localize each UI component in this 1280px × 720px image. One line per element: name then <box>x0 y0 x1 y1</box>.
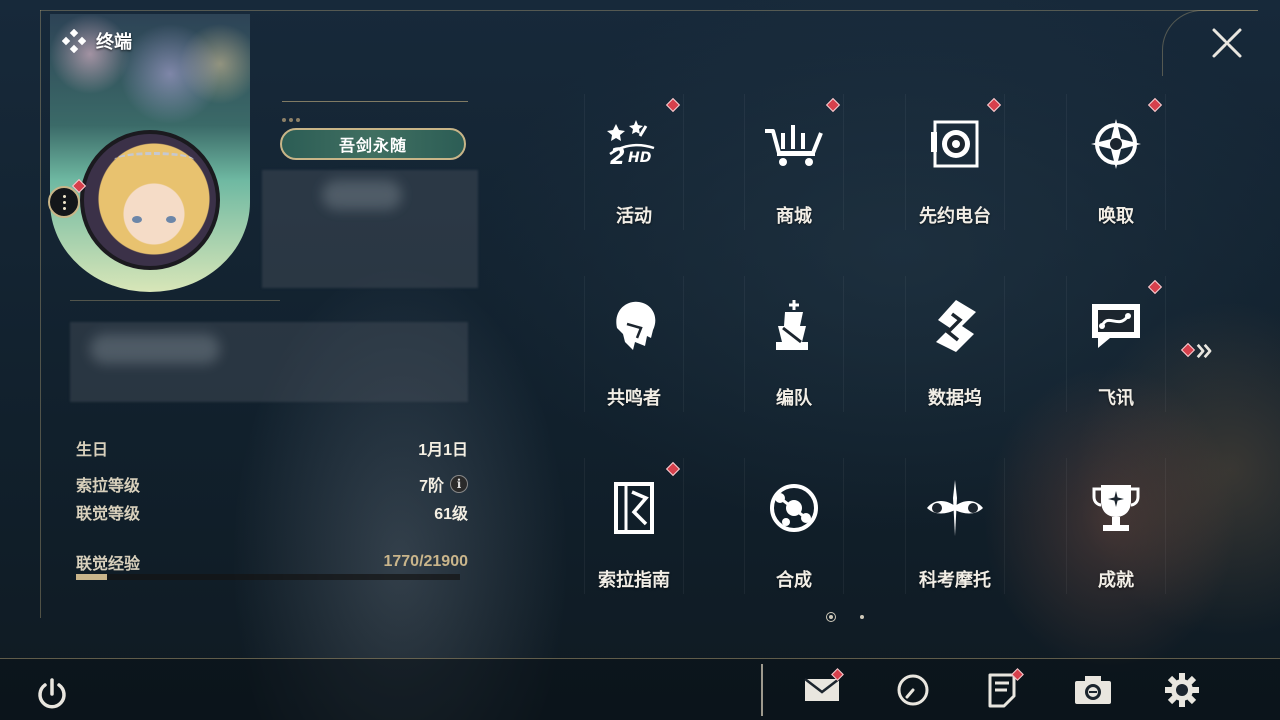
union-level-row: 联觉等级 61级 <box>76 500 468 524</box>
menu-item-4[interactable]: 共鸣者 <box>584 276 684 412</box>
sola-level-value-group: 7阶 i <box>419 472 468 496</box>
bottom-separator <box>761 664 763 716</box>
menu-cell-border <box>1066 94 1166 230</box>
page-indicator <box>826 612 864 622</box>
hidden-name-area <box>262 170 478 288</box>
info-icon[interactable]: i <box>450 475 468 493</box>
union-exp-label: 联觉经验 <box>76 556 141 573</box>
page-dot-current[interactable] <box>826 612 836 622</box>
sola-level-row: 索拉等级 7阶 i <box>76 472 468 496</box>
mail-button[interactable] <box>800 668 844 710</box>
menu-cell-border <box>744 94 844 230</box>
menu-item-3[interactable]: 唤取 <box>1066 94 1166 230</box>
terminal-title: 终端 <box>62 28 132 54</box>
terminal-title-text: 终端 <box>96 32 132 52</box>
gear-icon <box>1165 673 1199 707</box>
menu-item-5[interactable]: 编队 <box>744 276 844 412</box>
more-vertical-icon <box>62 193 66 211</box>
sola-level-value: 7阶 <box>419 478 444 495</box>
menu-item-7[interactable]: 飞讯 <box>1066 276 1166 412</box>
avatar-eye-left <box>132 216 142 223</box>
birthday-row: 生日 1月1日 <box>76 436 468 460</box>
clock-icon <box>897 674 929 706</box>
title-divider <box>282 101 468 102</box>
menu-item-8[interactable]: 索拉指南 <box>584 458 684 594</box>
diamond-cluster-icon <box>62 29 86 53</box>
menu-cell-border <box>584 458 684 594</box>
menu-cell-border <box>744 458 844 594</box>
camera-button[interactable] <box>1071 670 1115 710</box>
hidden-signature-area <box>70 322 468 402</box>
title-dots <box>282 118 300 122</box>
menu-item-9[interactable]: 合成 <box>744 458 844 594</box>
menu-item-1[interactable]: 商城 <box>744 94 844 230</box>
settings-button[interactable] <box>1160 670 1204 710</box>
power-button[interactable] <box>32 674 72 714</box>
menu-cell-border <box>744 276 844 412</box>
double-chevron-right-icon <box>1196 343 1212 359</box>
sola-level-label: 索拉等级 <box>76 478 141 495</box>
profile-divider <box>70 300 280 301</box>
title-badge[interactable]: 吾剑永随 <box>280 128 466 160</box>
union-exp-value: 1770/21900 <box>383 553 468 570</box>
menu-cell-border <box>1066 276 1166 412</box>
menu-cell-border <box>584 276 684 412</box>
clock-button[interactable] <box>891 670 935 710</box>
menu-item-10[interactable]: 科考摩托 <box>905 458 1005 594</box>
menu-cell-border <box>905 458 1005 594</box>
menu-cell-border <box>905 276 1005 412</box>
avatar <box>80 130 220 270</box>
next-page-button[interactable] <box>1180 338 1224 364</box>
menu-item-11[interactable]: 成就 <box>1066 458 1166 594</box>
menu-item-0[interactable]: 2 HD 活动 <box>584 94 684 230</box>
birthday-label: 生日 <box>76 442 109 459</box>
menu-cell-border <box>905 94 1005 230</box>
frame-top-line <box>40 10 1258 11</box>
menu-item-6[interactable]: 数据坞 <box>905 276 1005 412</box>
close-button[interactable] <box>1204 22 1250 64</box>
union-exp-bar-fill <box>76 574 108 580</box>
camera-icon <box>1075 676 1111 704</box>
crown-decoration <box>114 152 194 168</box>
avatar-frame[interactable] <box>70 120 230 280</box>
page-dot[interactable] <box>860 615 864 619</box>
more-options-button[interactable] <box>48 186 80 218</box>
power-icon <box>38 678 66 709</box>
menu-cell-border <box>1066 458 1166 594</box>
union-exp-row: 联觉经验 1770/21900 <box>76 550 468 574</box>
notes-button[interactable] <box>980 668 1024 710</box>
close-x-icon <box>1212 28 1242 58</box>
union-level-value: 61级 <box>434 506 468 523</box>
union-exp-bar <box>76 574 460 580</box>
birthday-value: 1月1日 <box>418 442 468 459</box>
frame-left-line <box>40 10 41 618</box>
avatar-eye-right <box>166 216 176 223</box>
menu-item-2[interactable]: 先约电台 <box>905 94 1005 230</box>
menu-cell-border <box>584 94 684 230</box>
title-badge-text: 吾剑永随 <box>338 138 407 155</box>
union-level-label: 联觉等级 <box>76 506 141 523</box>
